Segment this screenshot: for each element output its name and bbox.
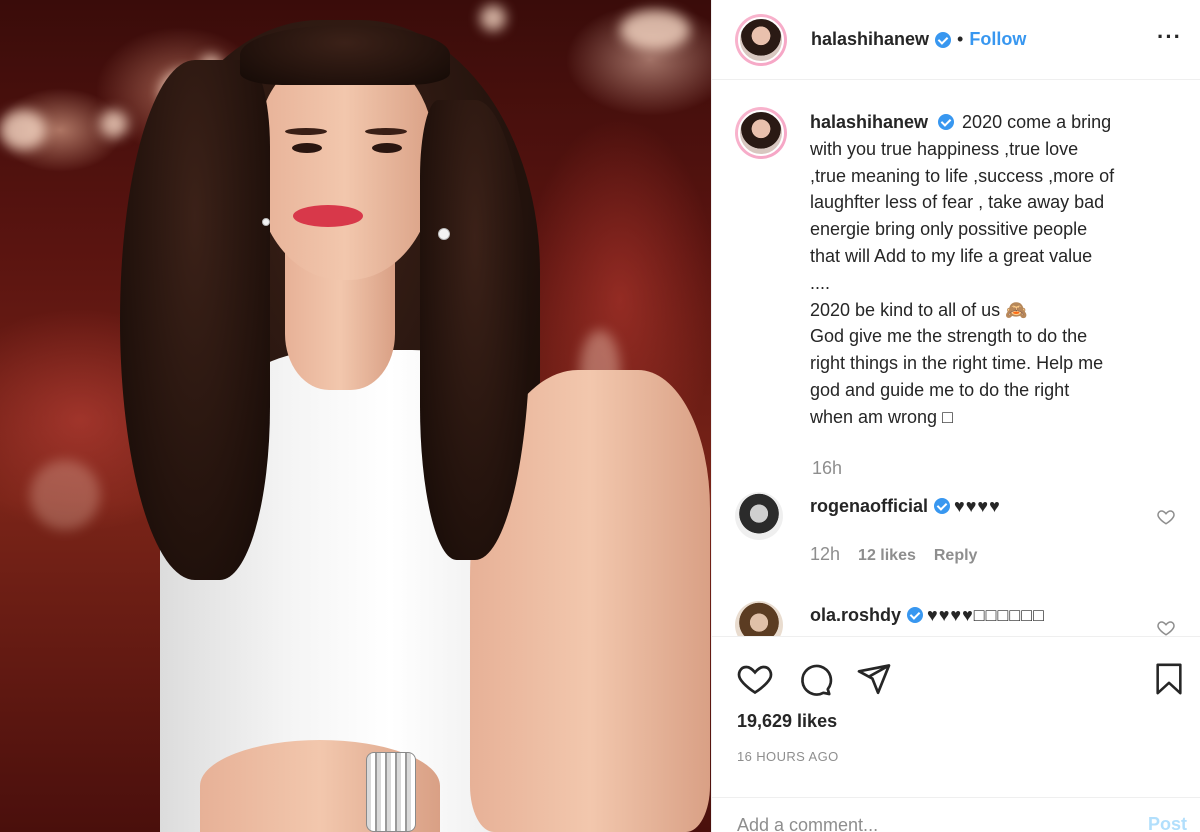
hair-top	[240, 25, 450, 85]
commenter-username[interactable]: rogenaofficial	[810, 496, 928, 516]
caption-line: with you true happiness ,true love	[810, 138, 1079, 159]
caption-line: right things in the right time. Help me	[810, 353, 1104, 374]
comment-icon[interactable]	[796, 661, 834, 697]
post-header: halashihanew • Follow ···	[712, 0, 1200, 80]
verified-badge-icon	[907, 607, 924, 623]
eyebrow	[365, 128, 407, 135]
caption-line: when am wrong □	[810, 406, 953, 427]
comment-likes[interactable]: 12 likes	[858, 547, 916, 565]
hair-strand	[420, 100, 530, 560]
bokeh-light	[30, 460, 100, 530]
add-comment-row: Post	[712, 797, 1200, 832]
commenter-username[interactable]: ola.roshdy	[810, 605, 901, 625]
lips	[293, 205, 363, 227]
caption-line: that will Add to my life a great value	[810, 245, 1093, 266]
comment-item: ola.roshdy ♥♥♥♥□□□□□□	[735, 601, 1175, 636]
add-comment-input[interactable]	[737, 812, 1097, 832]
caption-line: laughfter less of fear , take away bad	[810, 192, 1105, 213]
caption-line: energie bring only possitive people	[810, 219, 1088, 240]
author-username[interactable]: halashihanew	[811, 29, 929, 50]
follow-button[interactable]: Follow	[969, 29, 1026, 50]
bracelet	[366, 752, 416, 832]
caption-text: halashihanew 2020 come a bring with you t…	[810, 109, 1180, 431]
caption-username[interactable]: halashihanew	[810, 112, 928, 132]
heart-icon[interactable]	[736, 661, 774, 697]
comment-text: ♥♥♥♥	[954, 496, 1001, 516]
comments-panel[interactable]: halashihanew 2020 come a bring with you t…	[712, 80, 1200, 636]
eye	[292, 143, 322, 153]
post-timestamp[interactable]: 16 HOURS AGO	[737, 749, 839, 764]
author-avatar[interactable]	[735, 13, 787, 66]
verified-badge-icon	[938, 114, 955, 130]
bokeh-light	[480, 5, 506, 31]
post-comment-button[interactable]: Post	[1148, 814, 1187, 832]
caption-line: 2020 come a bring	[962, 112, 1112, 132]
eyebrow	[285, 128, 327, 135]
share-icon[interactable]	[856, 661, 892, 697]
caption-line: 2020 be kind to all of us 🙈	[810, 299, 1028, 320]
commenter-avatar[interactable]	[735, 492, 783, 540]
post-photo[interactable]	[0, 0, 711, 832]
caption-line: ,true meaning to life ,success ,more of	[810, 165, 1115, 186]
likes-count[interactable]: 19,629 likes	[737, 711, 837, 732]
commenter-avatar[interactable]	[735, 601, 783, 636]
caption-line: god and guide me to do the right	[810, 379, 1070, 400]
bokeh-light	[100, 110, 128, 138]
reply-button[interactable]: Reply	[934, 547, 978, 565]
caption-line: God give me the strength to do the	[810, 326, 1088, 347]
bokeh-light	[0, 110, 46, 150]
verified-badge-icon	[935, 31, 952, 48]
caption-line: ....	[810, 272, 831, 293]
separator-dot: •	[957, 29, 964, 49]
post-sidebar: halashihanew • Follow ··· halashihanew 20…	[711, 0, 1200, 832]
bokeh-light	[620, 10, 690, 50]
comment-like-heart-icon[interactable]	[1157, 508, 1175, 526]
earring	[438, 228, 450, 240]
comment-text: ♥♥♥♥□□□□□□	[927, 605, 1046, 625]
bookmark-icon[interactable]	[1152, 659, 1186, 699]
comment-time: 12h	[810, 544, 841, 564]
caption: halashihanew 2020 come a bring with you t…	[735, 107, 1180, 431]
hair-strand	[120, 60, 270, 580]
caption-time: 16h	[812, 458, 843, 478]
post-actions: 19,629 likes 16 HOURS AGO Post	[712, 636, 1200, 832]
verified-badge-icon	[934, 498, 951, 514]
comment-like-heart-icon[interactable]	[1157, 619, 1175, 636]
caption-avatar[interactable]	[735, 107, 787, 159]
comment-item: rogenaofficial ♥♥♥♥ 12h 12 likes Reply	[735, 492, 1175, 565]
eye	[372, 143, 402, 153]
earring	[262, 218, 270, 226]
more-options-icon[interactable]: ···	[1157, 24, 1182, 50]
